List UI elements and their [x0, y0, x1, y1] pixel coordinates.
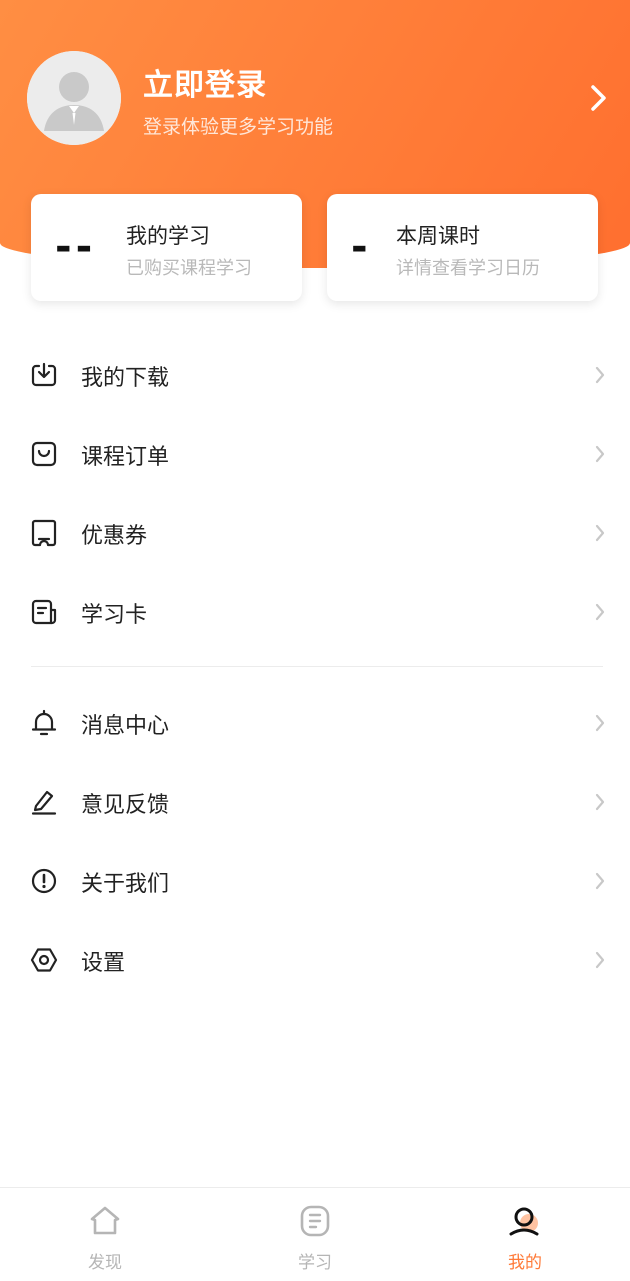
menu-item-label: 消息中心 [81, 714, 170, 739]
bell-icon [31, 709, 57, 736]
chevron-right-icon[interactable] [584, 82, 612, 114]
menu-item-about[interactable]: 关于我们 [0, 842, 630, 921]
weekly-hours-title: 本周课时 [396, 224, 480, 248]
chevron-right-icon [595, 603, 605, 621]
edit-icon [31, 790, 57, 815]
info-icon [31, 868, 57, 894]
tab-label: 发现 [88, 1253, 122, 1273]
chevron-right-icon [595, 951, 605, 969]
menu-item-coupons[interactable]: 优惠券 [0, 494, 630, 573]
menu-group-primary: 我的下载 课程订单 优惠券 学习卡 [0, 336, 630, 652]
login-title[interactable]: 立即登录 [143, 60, 267, 104]
chevron-right-icon [595, 445, 605, 463]
download-icon [31, 362, 57, 387]
card-icon [31, 599, 57, 625]
menu-item-label: 课程订单 [81, 445, 170, 470]
tab-label: 学习 [298, 1253, 332, 1273]
chevron-right-icon [595, 872, 605, 890]
bottom-tab-bar: 发现 学习 我的 [0, 1187, 630, 1281]
weekly-hours-value: - [351, 224, 372, 270]
menu-item-orders[interactable]: 课程订单 [0, 415, 630, 494]
menu-item-settings[interactable]: 设置 [0, 921, 630, 1000]
tab-discover[interactable]: 发现 [0, 1188, 210, 1281]
menu-item-label: 学习卡 [81, 603, 148, 628]
chevron-right-icon [595, 793, 605, 811]
menu-item-label: 优惠券 [81, 524, 148, 549]
gear-icon [30, 948, 58, 972]
menu-group-secondary: 消息中心 意见反馈 关于我们 设置 [0, 684, 630, 1000]
weekly-hours-subtitle: 详情查看学习日历 [396, 258, 540, 279]
my-study-value: -- [55, 224, 97, 270]
menu-item-downloads[interactable]: 我的下载 [0, 336, 630, 415]
tab-study[interactable]: 学习 [210, 1188, 420, 1281]
avatar[interactable] [27, 51, 121, 145]
menu-item-study-card[interactable]: 学习卡 [0, 573, 630, 652]
chevron-right-icon [595, 524, 605, 542]
tab-mine[interactable]: 我的 [420, 1188, 630, 1281]
tab-label: 我的 [508, 1253, 542, 1273]
menu-item-messages[interactable]: 消息中心 [0, 684, 630, 763]
default-avatar-icon [27, 51, 121, 145]
menu-item-label: 关于我们 [81, 872, 170, 897]
document-icon [300, 1205, 330, 1237]
my-study-title: 我的学习 [126, 224, 210, 248]
chevron-right-icon [595, 366, 605, 384]
home-icon [90, 1206, 120, 1235]
my-study-card[interactable]: -- 我的学习 已购买课程学习 [31, 194, 302, 301]
user-icon [509, 1207, 539, 1236]
login-subtitle: 登录体验更多学习功能 [143, 116, 334, 138]
menu-divider [31, 666, 603, 667]
chevron-right-icon [595, 714, 605, 732]
weekly-hours-card[interactable]: - 本周课时 详情查看学习日历 [327, 194, 598, 301]
menu-item-label: 设置 [81, 951, 126, 976]
my-study-subtitle: 已购买课程学习 [126, 258, 252, 279]
menu-item-label: 我的下载 [81, 366, 170, 391]
menu-item-label: 意见反馈 [81, 793, 170, 818]
shopping-bag-icon [31, 441, 57, 467]
menu-item-feedback[interactable]: 意见反馈 [0, 763, 630, 842]
coupon-icon [31, 519, 57, 547]
